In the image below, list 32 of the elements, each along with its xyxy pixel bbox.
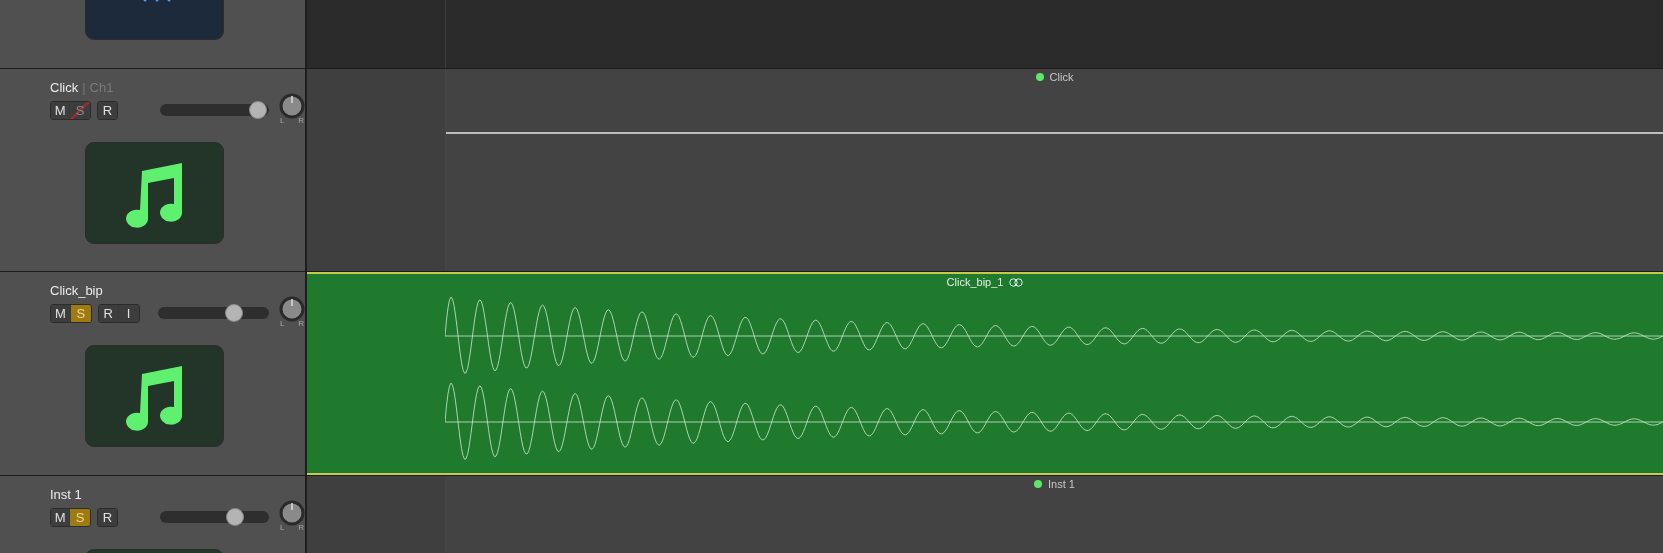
track-name: Click_bip [50,282,103,298]
pan-label: L [280,319,285,328]
track-toggle[interactable]: M [51,304,71,322]
separator-text: | [82,79,86,95]
track-icon-tile[interactable] [85,345,224,447]
slider-thumb[interactable] [249,101,268,119]
pan-label: L [280,523,285,532]
pan-knob[interactable] [279,296,305,322]
pan-label: R [298,319,304,328]
pan-knob[interactable] [279,93,305,119]
track-name: Click [50,79,79,95]
slider-thumb[interactable] [224,304,243,322]
track-name: Inst 1 [50,486,82,502]
track-toggle[interactable]: M [51,508,71,526]
slider-thumb[interactable] [225,508,244,526]
pan-label: R [298,523,304,532]
pan-label: L [280,116,285,125]
region-name: Click_bip_1 [946,276,1004,288]
volume-slider[interactable] [160,100,269,120]
audio-region[interactable]: Click_bip_1 [307,272,1663,475]
volume-slider[interactable] [160,507,269,527]
region-name: Inst 1 [1048,478,1075,490]
track-icon-tile[interactable] [85,142,224,244]
track-toggle[interactable]: R [97,508,118,526]
track-toggle[interactable]: R [98,304,119,322]
pan-label: R [298,116,304,125]
track-toggle[interactable]: M [51,101,71,119]
volume-slider[interactable] [157,303,269,323]
pan-knob[interactable] [279,500,305,526]
region-name: Click [1049,71,1074,83]
track-toggle[interactable]: R [97,101,118,119]
track-toggle[interactable]: I [118,304,139,322]
